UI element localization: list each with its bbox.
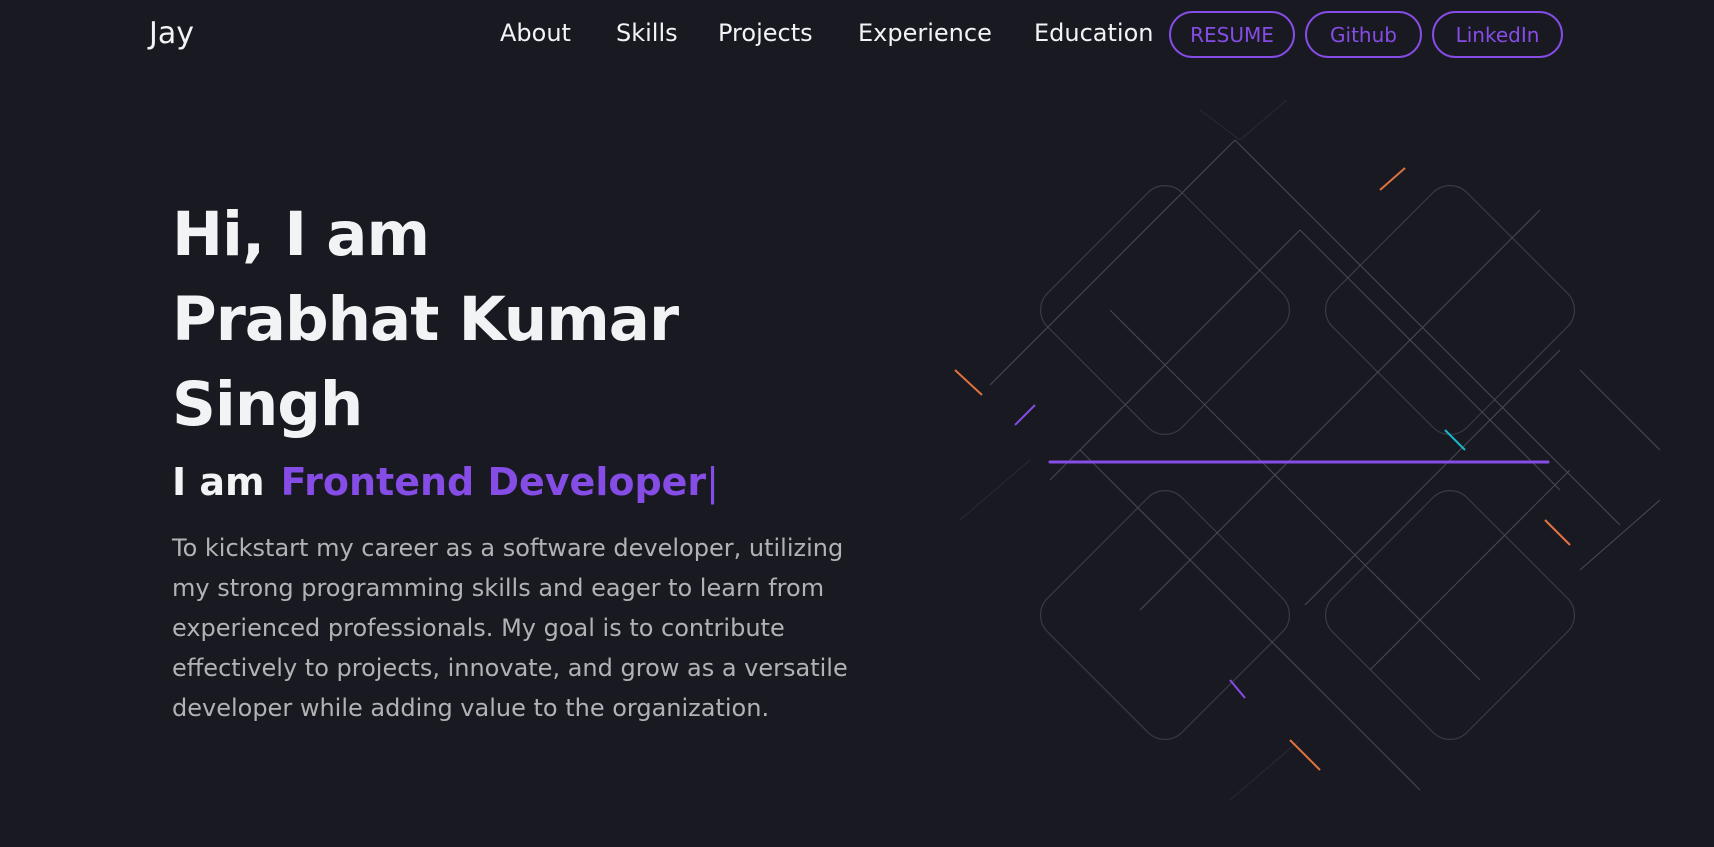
spark <box>1444 429 1466 451</box>
hero-title-line: Hi, I am <box>172 199 430 270</box>
grid-line <box>1199 109 1241 141</box>
hero-background-animation <box>954 100 1660 801</box>
role-text: Frontend Developer <box>280 460 707 504</box>
spark <box>1379 167 1406 191</box>
hero-name-line: Singh <box>172 369 363 440</box>
grid-line <box>1239 100 1288 141</box>
logo[interactable]: Jay <box>149 16 194 51</box>
hero-name-line: Prabhat Kumar <box>172 284 679 355</box>
grid-line <box>1579 499 1660 571</box>
hero-description: To kickstart my career as a software dev… <box>172 534 848 722</box>
spark <box>1229 679 1246 699</box>
diamond-outline <box>1039 489 1291 741</box>
resume-button[interactable]: RESUME <box>1169 11 1295 58</box>
spark <box>1544 519 1571 546</box>
diamond-outline <box>1324 184 1576 436</box>
nav-link-about[interactable]: About <box>500 19 571 47</box>
nav-link-skills[interactable]: Skills <box>616 19 678 47</box>
github-button[interactable]: Github <box>1305 11 1422 58</box>
linkedin-button[interactable]: LinkedIn <box>1432 11 1563 58</box>
grid-line <box>1299 229 1561 491</box>
grid-line <box>989 139 1236 386</box>
role-line: I am Frontend Developer | <box>172 460 719 504</box>
spark <box>1014 404 1036 426</box>
grid-line <box>1079 449 1421 791</box>
diamond-outline <box>1324 489 1576 741</box>
grid-line <box>1304 349 1561 606</box>
diamond-outline <box>1039 184 1291 436</box>
hero-title: Hi, I am Prabhat Kumar Singh <box>172 192 679 447</box>
grid-line <box>1109 309 1481 681</box>
spark <box>954 369 983 396</box>
grid-line <box>1579 369 1660 451</box>
spark <box>1289 739 1321 771</box>
nav-link-projects[interactable]: Projects <box>718 19 813 47</box>
grid-line <box>1049 229 1301 481</box>
grid-line <box>1229 739 1301 801</box>
grid-line <box>959 459 1031 521</box>
role-prefix: I am <box>172 460 265 504</box>
typing-caret: | <box>706 460 719 504</box>
navbar: Jay About Skills Projects Experience Edu… <box>0 0 1714 70</box>
nav-link-education[interactable]: Education <box>1034 19 1153 47</box>
nav-link-experience[interactable]: Experience <box>858 19 992 47</box>
